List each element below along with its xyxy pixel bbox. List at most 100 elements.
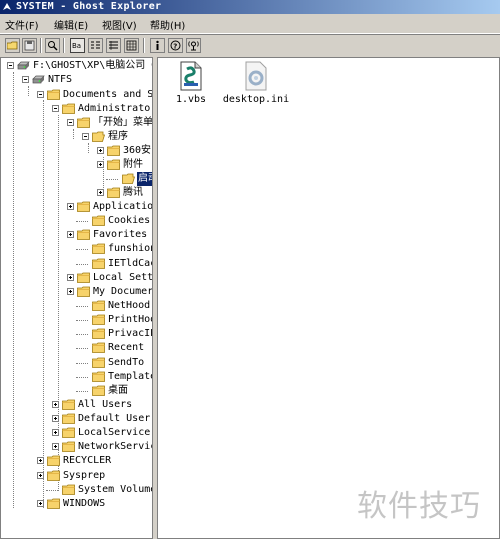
tree-node-label: Sysprep — [63, 470, 106, 481]
expand-icon[interactable] — [67, 203, 74, 210]
title-bar[interactable]: SYSTEM - Ghost Explorer — [0, 0, 500, 14]
small-icons-icon[interactable]: Ba — [70, 38, 85, 53]
tree-node-label: funshion — [108, 243, 153, 254]
toolbar-separator — [143, 38, 145, 53]
ini-settings-icon — [245, 61, 267, 91]
folder-icon — [92, 385, 105, 396]
file-list[interactable]: 1.vbs desktop.ini — [157, 57, 500, 539]
collapse-icon[interactable] — [52, 105, 59, 112]
drive-icon — [17, 60, 30, 71]
expand-icon[interactable] — [97, 147, 104, 154]
folder-tree[interactable]: F:\GHOST\XP\电脑公司 G NTFS Documents and Se Ad… — [0, 57, 153, 539]
menu-help[interactable]: 帮助(H) — [150, 17, 185, 32]
menu-edit[interactable]: 编辑(E) — [54, 17, 88, 32]
help-icon[interactable]: ? — [168, 38, 183, 53]
folder-icon — [92, 243, 105, 254]
tree-node[interactable]: Administrator — [1, 102, 153, 116]
folder-icon — [62, 413, 75, 424]
menu-view[interactable]: 视图(V) — [102, 17, 137, 32]
tree-line — [76, 306, 88, 307]
tree-node[interactable]: WINDOWS — [1, 497, 152, 511]
open-icon[interactable] — [5, 38, 20, 53]
toolbar: Ba ? — [0, 34, 500, 58]
list-icon[interactable] — [88, 38, 103, 53]
expand-icon[interactable] — [37, 472, 44, 479]
tree-node[interactable]: RECYCLER — [1, 454, 152, 468]
tree-node[interactable]: All Users — [1, 398, 152, 412]
folder-icon — [77, 272, 90, 283]
expand-icon[interactable] — [37, 500, 44, 507]
expand-icon[interactable] — [37, 457, 44, 464]
tree-node-label: NetHood — [108, 300, 151, 311]
expand-icon[interactable] — [52, 429, 59, 436]
expand-icon[interactable] — [67, 274, 74, 281]
expand-icon[interactable] — [52, 443, 59, 450]
collapse-icon[interactable] — [37, 91, 44, 98]
tree-node[interactable]: 附件 — [1, 158, 152, 172]
tree-node[interactable]: Local Sett — [1, 271, 152, 285]
tree-node[interactable]: PrivacIE — [1, 327, 152, 341]
tree-line — [76, 363, 88, 364]
signal-icon[interactable] — [186, 38, 201, 53]
details-icon[interactable] — [106, 38, 121, 53]
tree-node[interactable]: Sysprep — [1, 469, 152, 483]
tree-line — [76, 264, 88, 265]
tree-node[interactable]: Cookies — [1, 214, 152, 228]
menu-file[interactable]: 文件(F) — [5, 17, 39, 32]
folder-icon — [62, 484, 75, 495]
tree-node-label: Administrator — [78, 103, 153, 114]
large-grid-icon[interactable] — [124, 38, 139, 53]
expand-icon[interactable] — [52, 415, 59, 422]
expand-icon[interactable] — [67, 231, 74, 238]
folder-icon — [92, 371, 105, 382]
tree-line — [106, 179, 118, 180]
expand-icon[interactable] — [97, 189, 104, 196]
tree-node[interactable]: NetHood — [1, 299, 152, 313]
collapse-icon[interactable] — [7, 62, 14, 69]
find-icon[interactable] — [45, 38, 60, 53]
tree-node-label: System Volume In — [78, 484, 153, 495]
tree-node[interactable]: SendTo — [1, 356, 152, 370]
collapse-icon[interactable] — [82, 133, 89, 140]
tree-node-label: 启动 — [137, 172, 152, 186]
tree-node[interactable]: NTFS — [1, 73, 152, 87]
tree-node[interactable]: 「开始」菜单 — [1, 116, 152, 130]
collapse-icon[interactable] — [67, 119, 74, 126]
tree-node[interactable]: LocalService — [1, 426, 152, 440]
tree-node[interactable]: System Volume In — [1, 483, 153, 497]
expand-icon[interactable] — [52, 401, 59, 408]
tree-node-label: Default User — [78, 413, 151, 424]
tree-node[interactable]: Favorites — [1, 228, 152, 242]
info-icon[interactable] — [150, 38, 165, 53]
tree-node[interactable]: NetworkServic — [1, 440, 152, 454]
tree-node[interactable]: 桌面 — [1, 384, 152, 398]
folder-icon — [77, 201, 90, 212]
vbs-script-icon — [180, 61, 202, 91]
tree-node[interactable]: Recent — [1, 341, 152, 355]
tree-node[interactable]: My Documer — [1, 285, 153, 299]
tree-node-label: Documents and Se — [63, 89, 153, 100]
expand-icon[interactable] — [97, 161, 104, 168]
collapse-icon[interactable] — [22, 76, 29, 83]
expand-icon[interactable] — [67, 288, 74, 295]
tree-node[interactable]: funshion — [1, 242, 153, 256]
tree-node[interactable]: 腾讯 — [1, 186, 152, 200]
tree-node[interactable]: Templates — [1, 370, 152, 384]
tree-node-label: My Documer — [93, 286, 153, 297]
tree-node[interactable]: Default User — [1, 412, 152, 426]
tree-node[interactable]: Documents and Se — [1, 88, 153, 102]
folder-icon — [62, 427, 75, 438]
tree-node[interactable]: Applicatio — [1, 200, 152, 214]
file-name: desktop.ini — [222, 94, 290, 105]
tree-node[interactable]: 程序 — [1, 130, 152, 144]
tree-node[interactable]: IETldCache — [1, 257, 152, 271]
tree-node-label: SendTo — [108, 357, 145, 368]
tree-node[interactable]: 启动 — [1, 172, 152, 186]
folder-icon — [92, 314, 105, 325]
tree-node[interactable]: F:\GHOST\XP\电脑公司 G — [1, 59, 152, 73]
folder-icon — [47, 470, 60, 481]
tree-node[interactable]: PrintHood — [1, 313, 152, 327]
folder-icon — [107, 187, 120, 198]
tree-node[interactable]: 360安 — [1, 144, 152, 158]
save-icon[interactable] — [22, 38, 37, 53]
